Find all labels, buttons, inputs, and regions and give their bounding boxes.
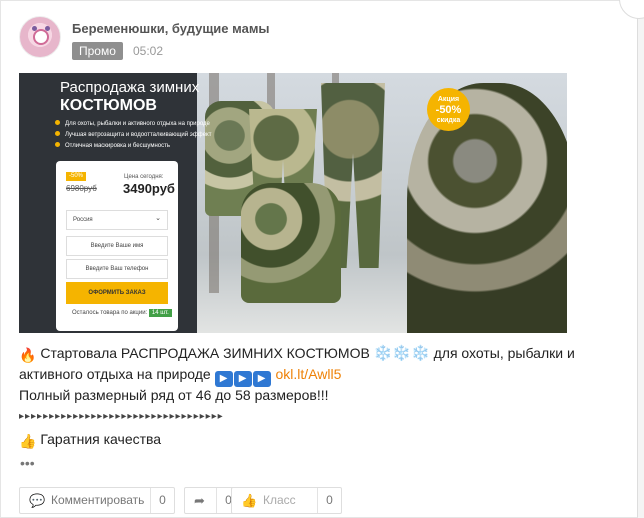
share-icon: ➦	[194, 493, 205, 508]
phone-input[interactable]: Введите Ваш телефон	[66, 259, 168, 279]
discount-label: -50%	[66, 172, 87, 181]
avatar-image	[33, 29, 49, 45]
comment-count: 0	[150, 488, 174, 513]
today-price-label: Цена сегодня:	[124, 174, 164, 180]
ad-bullet: Лучшая ветрозащита и водоотталкивающий э…	[55, 130, 260, 141]
like-label: Класс	[263, 493, 296, 507]
promo-badge: Промо	[72, 42, 123, 60]
promo-link[interactable]: okl.lt/Awll5	[276, 366, 342, 382]
post-time: 05:02	[133, 44, 164, 58]
post-text-line: 🔥 Стартовала РАСПРОДАЖА ЗИМНИХ КОСТЮМОВ …	[19, 343, 599, 366]
badge-percent: -50%	[435, 104, 462, 116]
ad-photo: Акция -50% скидка	[197, 73, 567, 333]
name-input[interactable]: Введите Ваше имя	[66, 236, 168, 256]
order-button[interactable]: ОФОРМИТЬ ЗАКАЗ	[66, 282, 168, 304]
like-count: 0	[317, 488, 341, 513]
new-price: 3490руб	[123, 181, 175, 196]
ad-image[interactable]: Акция -50% скидка Распродажа зимних КОСТ…	[19, 73, 567, 333]
ad-bullet: Отличная маскировка и бесшумность	[55, 141, 260, 152]
like-icon: 👍	[241, 493, 258, 508]
ad-bullets: Для охоты, рыбалки и активного отдыха на…	[55, 119, 260, 152]
more-text-button[interactable]: •••	[20, 455, 35, 471]
ad-bullet: Для охоты, рыбалки и активного отдыха на…	[55, 119, 260, 130]
thumbs-up-icon: 👍	[19, 433, 37, 449]
camo-jacket-image	[241, 183, 341, 303]
comment-label: Комментировать	[51, 493, 145, 507]
discount-badge: Акция -50% скидка	[427, 88, 470, 131]
badge-line3: скидка	[436, 117, 461, 124]
like-button[interactable]: 👍 Класс 0	[231, 487, 342, 514]
country-select[interactable]: Россия	[66, 210, 168, 230]
badge-line1: Акция	[437, 96, 460, 103]
comment-icon: 💬	[29, 493, 46, 508]
arrow-divider: ▸▸▸▸▸▸▸▸▸▸▸▸▸▸▸▸▸▸▸▸▸▸▸▸▸▸▸▸▸▸▸▸▸▸	[19, 411, 224, 422]
post-text-line: Полный размерный ряд от 46 до 58 размеро…	[19, 387, 329, 403]
post-card: Беременюшки, будущие мамы Промо 05:02 Ак…	[0, 0, 644, 518]
stock-remaining: Осталось товара по акции: 14 шт.	[72, 309, 172, 317]
snowflake-icon: ❄️❄️❄️	[373, 345, 430, 362]
ad-title-sub: КОСТЮМОВ	[60, 97, 157, 114]
fire-icon: 🔥	[19, 347, 37, 363]
post-menu-button[interactable]	[619, 0, 644, 19]
avatar-dot	[45, 26, 50, 31]
group-name-link[interactable]: Беременюшки, будущие мамы	[72, 21, 270, 36]
post-text-line: активного отдыха на природе ▶ ▶ ▶ okl.lt/A…	[19, 364, 599, 387]
post-text-line: 👍 Гаратния качества	[19, 429, 161, 452]
old-price: 6980руб	[66, 184, 97, 193]
comment-button[interactable]: 💬 Комментировать 0	[19, 487, 175, 514]
avatar[interactable]	[19, 16, 61, 58]
avatar-dot	[32, 26, 37, 31]
ad-order-form: -50% 6980руб Цена сегодня: 3490руб Росси…	[56, 161, 178, 331]
ad-title: Распродажа зимних	[60, 79, 200, 96]
